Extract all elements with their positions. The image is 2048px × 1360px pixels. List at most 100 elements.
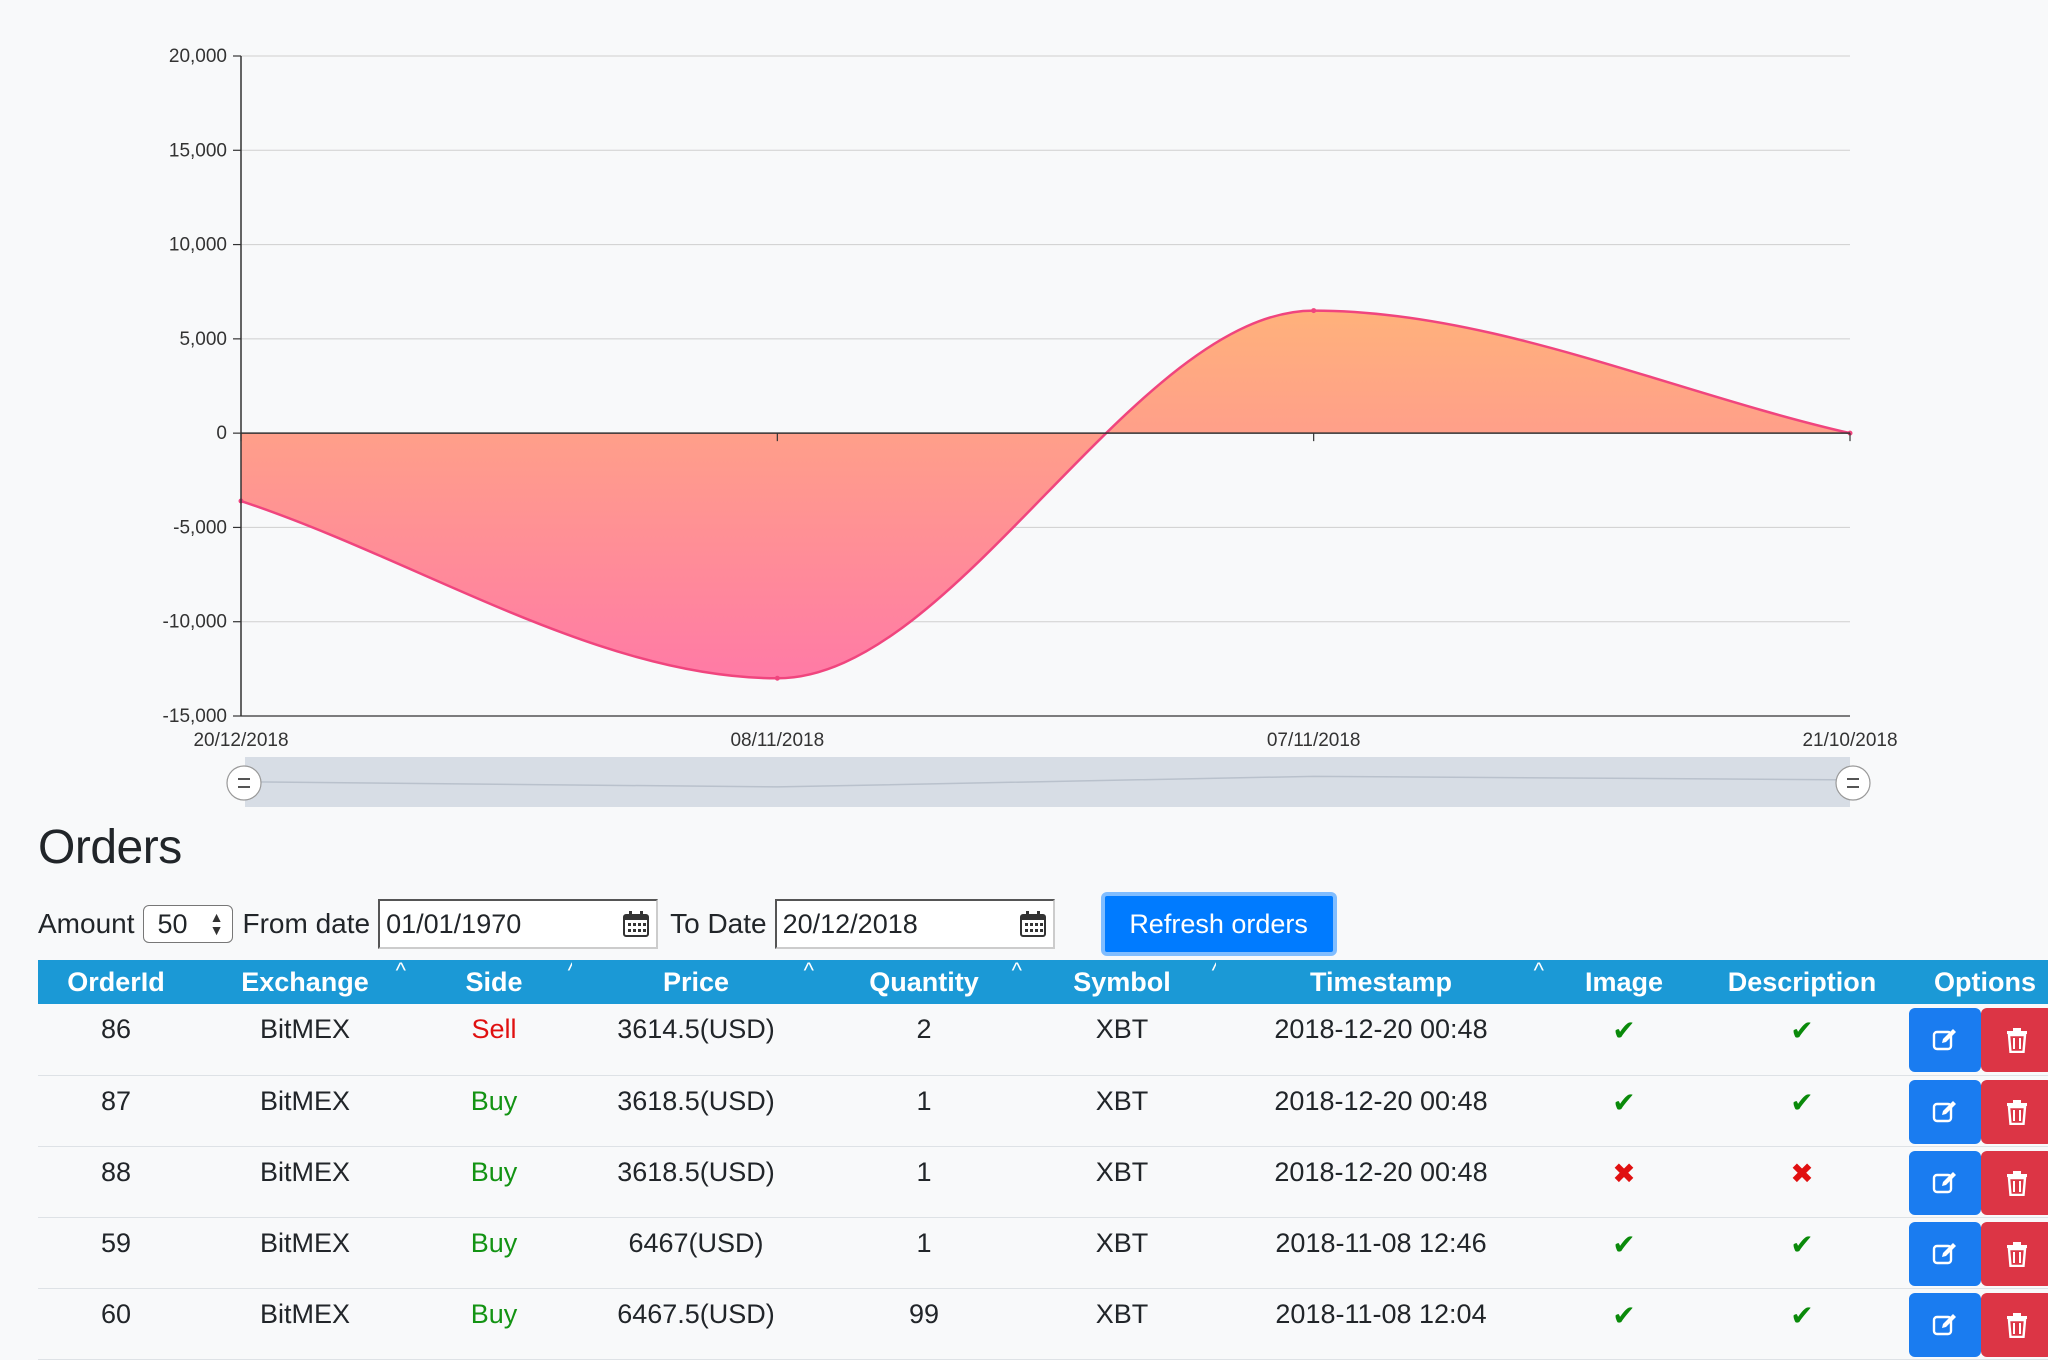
x-tick-label: 08/11/2018 [730, 730, 824, 751]
table-row: 60 BitMEX Buy 6467.5(USD) 99 XBT 2018-11-08 12… [38, 1288, 2048, 1360]
page-title: Orders [38, 821, 182, 874]
cell-options [1902, 1004, 2048, 1076]
col-header-label: Symbol [1073, 966, 1171, 997]
sort-caret-icon[interactable]: ^ [1012, 958, 1022, 984]
range-handle[interactable] [1835, 765, 1871, 801]
edit-order-button[interactable] [1909, 1292, 1981, 1357]
edit-order-button[interactable] [1909, 1150, 1981, 1215]
check-icon: ✔ [1790, 1228, 1814, 1260]
cell-exchange: BitMEX [194, 1004, 416, 1076]
to-date-input[interactable]: 20/12/2018 [774, 899, 1055, 949]
cell-timestamp: 2018-12-20 00:48 [1216, 1004, 1546, 1076]
cell-order-id: 87 [38, 1075, 194, 1147]
trash-icon [2007, 1241, 2027, 1267]
edit-order-button[interactable] [1909, 1221, 1981, 1286]
calendar-icon[interactable] [622, 910, 650, 938]
calendar-icon[interactable] [1019, 910, 1047, 938]
col-header-symbol[interactable]: Symbol^ [1028, 958, 1222, 1004]
cell-timestamp: 2018-12-20 00:48 [1216, 1075, 1546, 1147]
edit-icon [1932, 1029, 1956, 1051]
cell-options [1902, 1075, 2048, 1147]
cell-symbol: XBT [1028, 1004, 1216, 1076]
delete-order-button[interactable] [1981, 1150, 2048, 1215]
cell-timestamp: 2018-11-08 12:04 [1216, 1288, 1546, 1360]
edit-icon [1932, 1313, 1956, 1335]
delete-order-button[interactable] [1981, 1221, 2048, 1286]
check-icon: ✔ [1612, 1086, 1636, 1118]
col-header-label: Description [1727, 966, 1877, 997]
cell-description: ✔ [1702, 1217, 1902, 1289]
cell-description: ✖ [1702, 1146, 1902, 1218]
col-header-label: Timestamp [1309, 966, 1453, 997]
from-date-input[interactable]: 01/01/1970 [378, 899, 659, 949]
table-row: 59 BitMEX Buy 6467(USD) 1 XBT 2018-11-08 12:46… [38, 1217, 2048, 1289]
cell-side: Buy [416, 1288, 572, 1360]
cell-side: Buy [416, 1075, 572, 1147]
cell-options [1902, 1217, 2048, 1289]
cell-order-id: 60 [38, 1288, 194, 1360]
col-header-label: Price [662, 966, 730, 997]
col-header-side[interactable]: Side^ [416, 958, 578, 1004]
cell-price: 3614.5(USD) [572, 1004, 820, 1076]
cell-exchange: BitMEX [194, 1217, 416, 1289]
from-date-label: From date [242, 908, 371, 939]
cell-symbol: XBT [1028, 1075, 1216, 1147]
cell-side: Sell [416, 1004, 572, 1076]
cell-side: Buy [416, 1217, 572, 1289]
sort-caret-icon[interactable]: ^ [396, 958, 406, 984]
to-date-label: To Date [670, 908, 767, 939]
cell-quantity: 2 [820, 1004, 1028, 1076]
cell-options [1902, 1288, 2048, 1360]
delete-order-button[interactable] [1981, 1079, 2048, 1144]
data-point [774, 675, 780, 681]
col-header-exchange[interactable]: Exchange ^ [194, 958, 416, 1004]
delete-order-button[interactable] [1981, 1008, 2048, 1072]
cell-price: 6467(USD) [572, 1217, 820, 1289]
col-header-orderid[interactable]: OrderId [38, 960, 194, 1004]
col-header-options: Options [1902, 960, 2048, 1004]
col-header-price[interactable]: Price ^ [572, 958, 820, 1004]
y-tick-label: -10,000 [163, 612, 227, 633]
orders-chart: -15,000 -10,000 -5,000 0 5,000 10,000 15,000 20… [163, 46, 1898, 807]
y-tick-label: 20,000 [169, 46, 227, 67]
edit-order-button[interactable] [1909, 1008, 1981, 1072]
col-header-label: OrderId [67, 966, 165, 997]
cross-icon: ✖ [1612, 1157, 1636, 1189]
col-header-timestamp[interactable]: Timestamp ^ [1216, 958, 1546, 1004]
range-handle[interactable] [226, 765, 262, 801]
check-icon: ✔ [1612, 1228, 1636, 1260]
y-tick-label: 5,000 [179, 329, 227, 350]
col-header-quantity[interactable]: Quantity ^ [820, 958, 1028, 1004]
table-row: 86 BitMEX Sell 3614.5(USD) 2 XBT 2018-12-20 00… [38, 1004, 2048, 1076]
x-tick-label: 20/12/2018 [193, 730, 288, 751]
table-row: 87 BitMEX Buy 3618.5(USD) 1 XBT 2018-12-20 00:… [38, 1075, 2048, 1147]
cell-image: ✖ [1546, 1146, 1702, 1218]
cell-quantity: 99 [820, 1288, 1028, 1360]
cell-price: 6467.5(USD) [572, 1288, 820, 1360]
col-header-image: Image [1546, 960, 1702, 1004]
check-icon: ✔ [1612, 1299, 1636, 1331]
cell-quantity: 1 [820, 1075, 1028, 1147]
edit-icon [1932, 1171, 1956, 1193]
cell-image: ✔ [1546, 1288, 1702, 1360]
sort-caret-icon[interactable]: ^ [804, 958, 814, 984]
amount-select[interactable]: 50 ▲ ▼ [142, 905, 233, 943]
table-row: 88 BitMEX Buy 3618.5(USD) 1 XBT 2018-12-20 00:… [38, 1146, 2048, 1218]
y-tick-label: 15,000 [169, 140, 227, 161]
cell-exchange: BitMEX [194, 1075, 416, 1147]
col-header-label: Exchange [241, 966, 369, 997]
range-handle-knob [226, 765, 262, 801]
orders-table: OrderId Exchange ^ Side^ Price ^ Quantity^… [38, 958, 2048, 1360]
table-header-row: OrderId Exchange ^ Side^ Price ^ Quantity^… [38, 958, 2048, 1004]
cell-description: ✔ [1702, 1075, 1902, 1147]
col-header-description: Description [1702, 960, 1902, 1004]
cell-price: 3618.5(USD) [572, 1075, 820, 1147]
edit-order-button[interactable] [1909, 1079, 1981, 1144]
edit-icon [1932, 1242, 1956, 1264]
delete-order-button[interactable] [1981, 1292, 2048, 1357]
refresh-orders-button[interactable]: Refresh orders [1100, 892, 1337, 956]
sort-caret-icon[interactable]: ^ [1534, 958, 1544, 984]
cell-quantity: 1 [820, 1146, 1028, 1218]
x-tick-label: 21/10/2018 [1802, 730, 1897, 751]
cell-options [1902, 1146, 2048, 1218]
